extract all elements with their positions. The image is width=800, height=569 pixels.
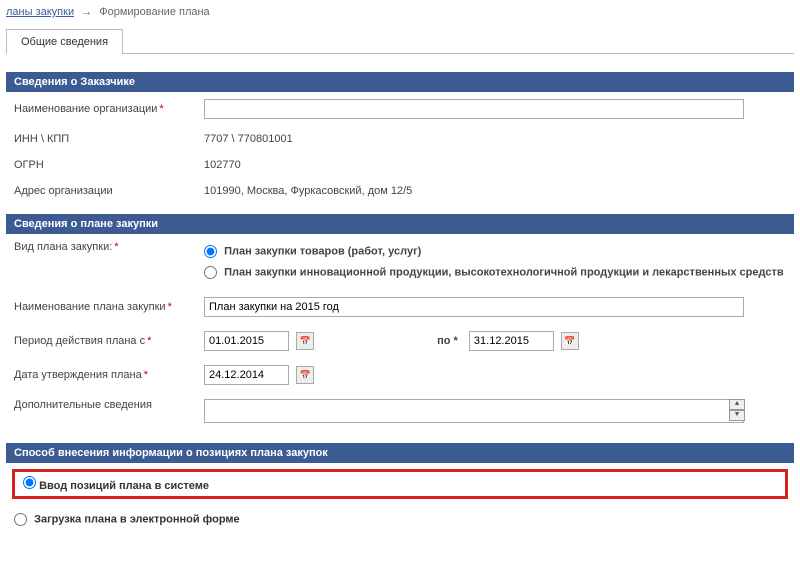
required-mark: *	[147, 335, 151, 347]
additional-textarea[interactable]	[204, 399, 744, 423]
label-method-upload[interactable]: Загрузка плана в электронной форме	[34, 513, 240, 525]
label-plan-type-goods[interactable]: План закупки товаров (работ, услуг)	[224, 245, 421, 257]
scroll-up-icon[interactable]: ▲	[729, 399, 745, 410]
value-inn-kpp: 7707 \ 770801001	[204, 133, 786, 145]
calendar-icon[interactable]: 📅	[561, 332, 579, 350]
label-method-system[interactable]: Ввод позиций плана в системе	[39, 480, 209, 492]
period-to-input[interactable]	[469, 331, 554, 351]
tabs-container: Общие сведения	[6, 28, 794, 54]
row-plan-type: Вид плана закупки:* План закупки товаров…	[6, 234, 794, 290]
section-header-customer: Сведения о Заказчике	[6, 72, 794, 92]
row-additional: Дополнительные сведения ▲ ▼	[6, 392, 794, 433]
calendar-icon[interactable]: 📅	[296, 332, 314, 350]
section-header-method: Способ внесения информации о позициях пл…	[6, 443, 794, 463]
required-mark: *	[114, 241, 118, 253]
highlighted-option-box: Ввод позиций плана в системе	[12, 469, 788, 499]
required-mark: *	[168, 301, 172, 313]
approve-date-input[interactable]	[204, 365, 289, 385]
radio-plan-type-innovation[interactable]	[204, 266, 217, 279]
label-inn-kpp: ИНН \ КПП	[14, 133, 204, 145]
breadcrumb-current: Формирование плана	[99, 6, 209, 18]
radio-method-system[interactable]	[23, 476, 36, 489]
tab-general-info[interactable]: Общие сведения	[6, 29, 123, 54]
calendar-icon[interactable]: 📅	[296, 366, 314, 384]
required-mark: *	[451, 335, 458, 347]
breadcrumb: ланы закупки → Формирование плана	[0, 0, 800, 28]
breadcrumb-arrow-icon: →	[81, 6, 92, 18]
label-org-name: Наименование организации	[14, 103, 157, 115]
row-org-name: Наименование организации*	[6, 92, 794, 126]
row-address: Адрес организации 101990, Москва, Фуркас…	[6, 178, 794, 204]
plan-name-input[interactable]	[204, 297, 744, 317]
value-ogrn: 102770	[204, 159, 786, 171]
row-approve-date: Дата утверждения плана* 📅	[6, 358, 794, 392]
section-header-plan: Сведения о плане закупки	[6, 214, 794, 234]
row-inn-kpp: ИНН \ КПП 7707 \ 770801001	[6, 126, 794, 152]
row-plan-name: Наименование плана закупки*	[6, 290, 794, 324]
label-additional: Дополнительные сведения	[14, 399, 204, 411]
label-plan-type-innovation[interactable]: План закупки инновационной продукции, вы…	[224, 266, 784, 278]
radio-method-upload[interactable]	[14, 513, 27, 526]
label-plan-type: Вид плана закупки:	[14, 241, 112, 253]
value-address: 101990, Москва, Фуркасовский, дом 12/5	[204, 185, 786, 197]
row-ogrn: ОГРН 102770	[6, 152, 794, 178]
org-name-input[interactable]	[204, 99, 744, 119]
label-ogrn: ОГРН	[14, 159, 204, 171]
content: Сведения о Заказчике Наименование органи…	[0, 54, 800, 536]
breadcrumb-link-plans[interactable]: ланы закупки	[6, 6, 74, 18]
label-plan-name: Наименование плана закупки	[14, 301, 166, 313]
radio-plan-type-goods[interactable]	[204, 245, 217, 258]
period-from-input[interactable]	[204, 331, 289, 351]
row-period: Период действия плана с* 📅 по * 📅	[6, 324, 794, 358]
scroll-down-icon[interactable]: ▼	[729, 410, 745, 421]
required-mark: *	[159, 103, 163, 115]
required-mark: *	[144, 369, 148, 381]
label-period-from: Период действия плана с	[14, 335, 145, 347]
label-approve-date: Дата утверждения плана	[14, 369, 142, 381]
row-method-upload: Загрузка плана в электронной форме	[6, 509, 794, 530]
label-period-to: по	[437, 335, 450, 347]
label-address: Адрес организации	[14, 185, 204, 197]
